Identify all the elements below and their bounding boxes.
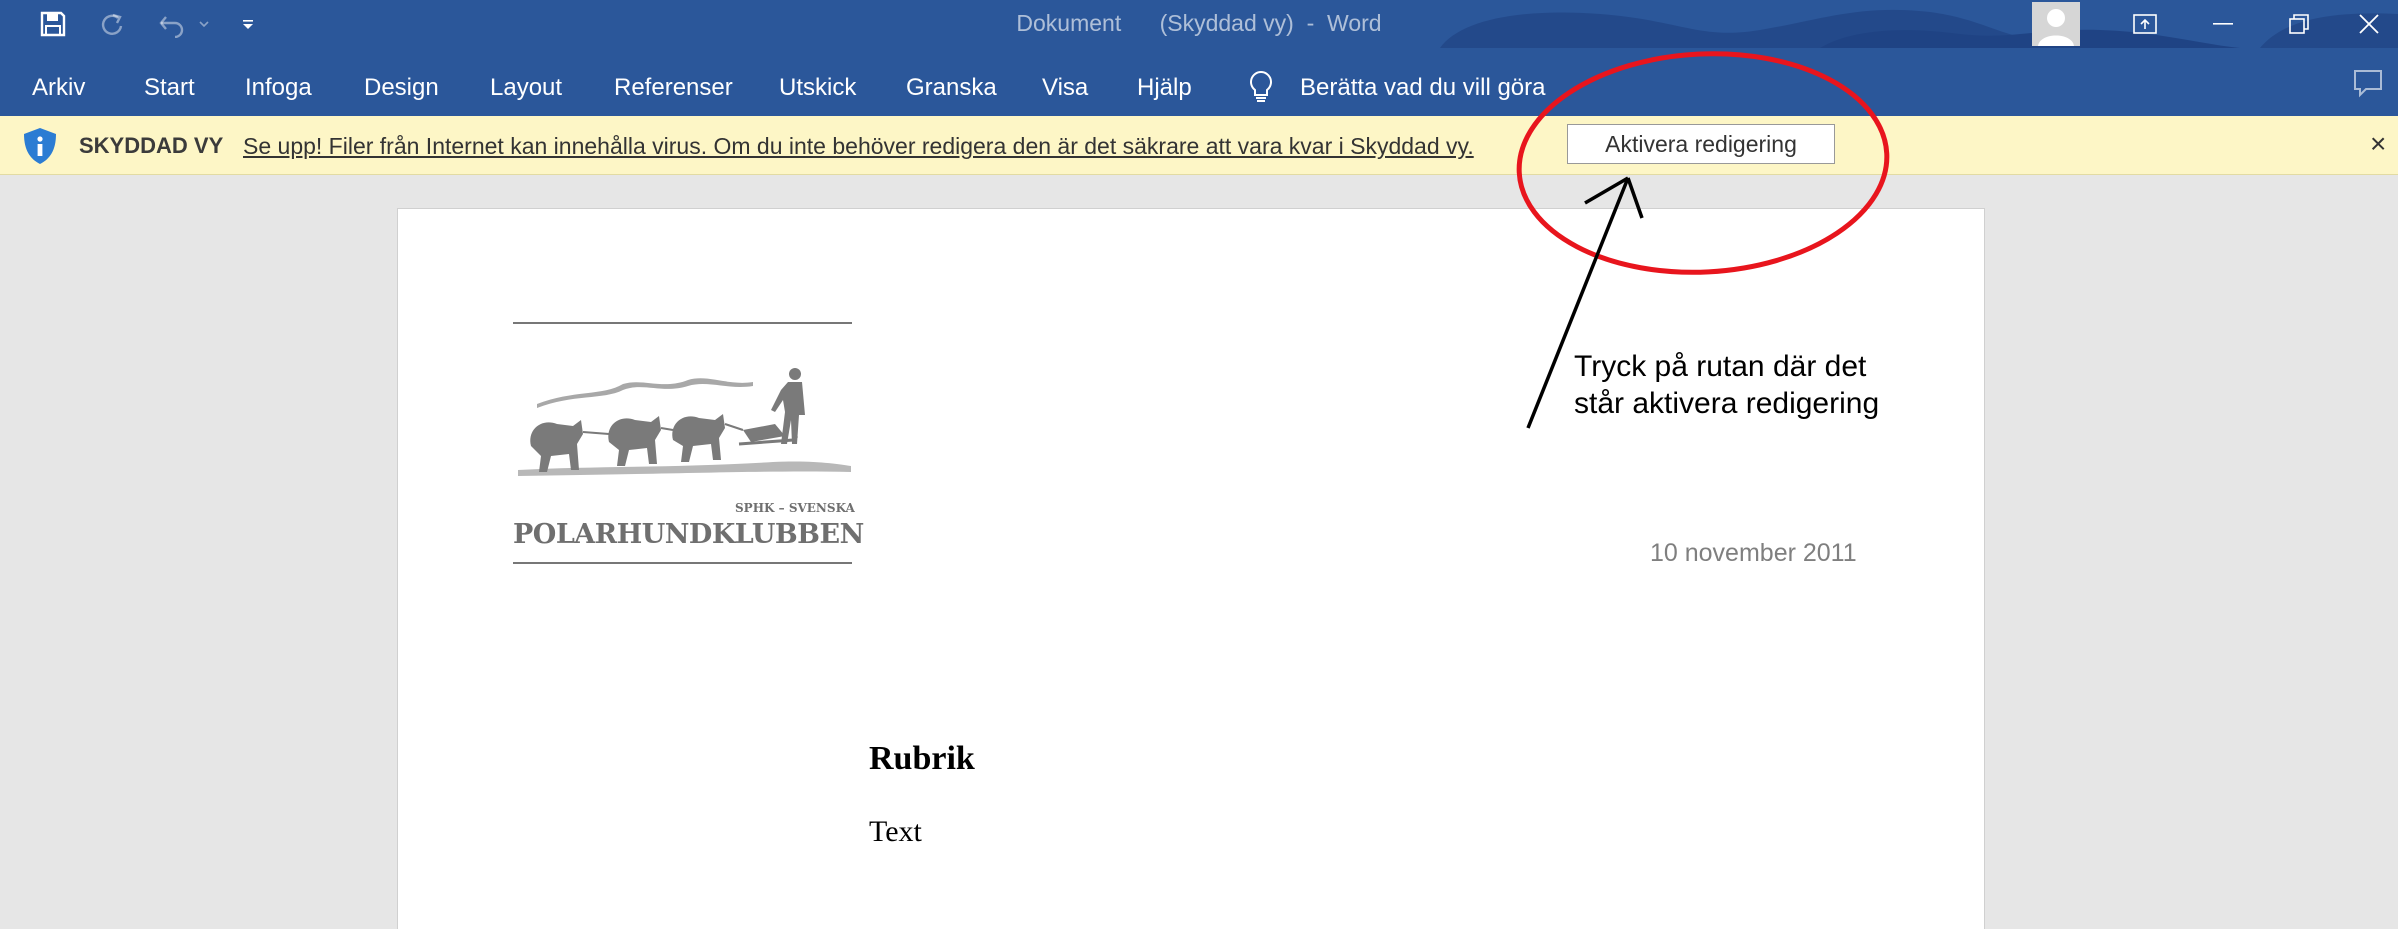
annotation-circle (1516, 51, 1890, 275)
annotation-overlay (1516, 51, 1890, 429)
annotation-line-2: står aktivera redigering (1574, 387, 1880, 420)
annotation-line-1: Tryck på rutan där det (1574, 350, 1867, 383)
annotation-text: Tryck på rutan där det står aktivera red… (1574, 348, 1879, 422)
